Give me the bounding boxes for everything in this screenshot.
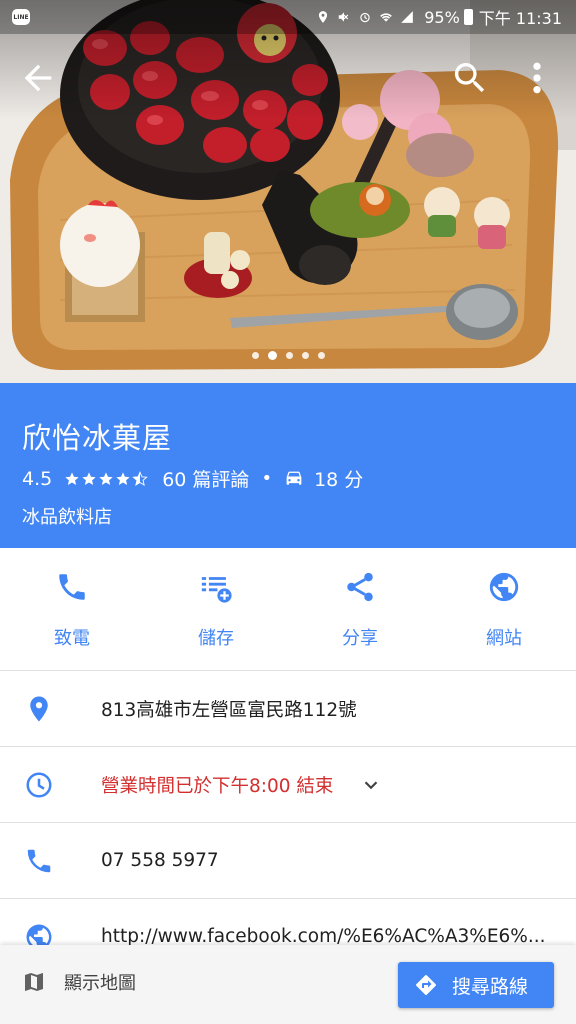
share-label: 分享 — [342, 628, 378, 649]
map-icon — [24, 973, 44, 991]
star-icon — [82, 471, 96, 485]
rating-row[interactable]: 4.5 60 篇評論 • 18 分 — [22, 465, 363, 492]
place-category: 冰品飲料店 — [22, 507, 112, 528]
line-app-icon: LINE — [12, 9, 30, 25]
phone-row[interactable]: 07 558 5977 — [0, 823, 576, 898]
hours-row[interactable]: 營業時間已於下午8:00 結束 — [0, 747, 576, 822]
arrow-back-icon[interactable] — [18, 58, 58, 98]
app-bar — [0, 40, 576, 112]
car-icon — [286, 471, 302, 485]
phone-icon — [59, 574, 85, 600]
share-button[interactable]: 分享 — [288, 548, 432, 670]
place-name: 欣怡冰菓屋 — [22, 421, 173, 455]
review-count: 60 篇評論 — [162, 469, 250, 491]
star-icon — [99, 471, 113, 485]
photo-page-indicator — [0, 351, 576, 360]
battery-icon — [463, 9, 473, 25]
hours-text: 營業時間已於下午8:00 結束 — [101, 775, 334, 797]
website-button[interactable]: 網站 — [432, 548, 576, 670]
drive-time: 18 分 — [314, 469, 364, 491]
page-dot — [285, 352, 293, 359]
save-list-icon — [201, 577, 232, 603]
phone-number: 07 558 5977 — [101, 850, 219, 871]
bottom-bar: 顯示地圖 搜尋路線 — [0, 945, 576, 1024]
rating-stars — [64, 470, 149, 487]
star-icon — [116, 471, 130, 485]
alarm-status-icon — [360, 12, 370, 23]
address-text: 813高雄市左營區富民路112號 — [101, 699, 357, 721]
battery-percent: 95% — [424, 7, 460, 27]
call-button[interactable]: 致電 — [0, 548, 144, 670]
directions-icon — [416, 975, 436, 995]
page-dot — [317, 352, 325, 359]
separator-dot: • — [261, 468, 273, 489]
show-map-label: 顯示地圖 — [64, 973, 136, 994]
save-button[interactable]: 儲存 — [144, 548, 288, 670]
directions-label: 搜尋路線 — [452, 975, 529, 998]
call-label: 致電 — [54, 628, 90, 649]
place-pin-icon — [30, 696, 48, 721]
share-icon — [347, 572, 373, 602]
save-label: 儲存 — [198, 628, 234, 649]
rating-value: 4.5 — [22, 467, 53, 490]
more-vert-icon[interactable] — [522, 58, 552, 98]
globe-icon — [489, 572, 519, 602]
star-half-icon — [132, 470, 149, 486]
website-label: 網站 — [486, 628, 522, 649]
website-url: http://www.facebook.com/%E6%AC%A3%E6%... — [101, 926, 546, 947]
signal-status-icon — [401, 11, 414, 23]
wifi-status-icon — [380, 13, 393, 22]
mute-status-icon — [338, 12, 349, 22]
clock-icon — [26, 772, 52, 797]
chevron-down-icon[interactable] — [360, 774, 382, 796]
directions-button[interactable]: 搜尋路線 — [398, 962, 554, 1008]
show-map-button[interactable]: 顯示地圖 — [22, 969, 136, 995]
star-icon — [65, 471, 79, 485]
search-icon[interactable] — [450, 58, 490, 98]
page-dot-active — [267, 351, 277, 360]
page-dot — [251, 352, 259, 359]
clock: 下午 11:31 — [478, 9, 562, 28]
phone-icon — [27, 849, 51, 872]
place-header: 欣怡冰菓屋 4.5 60 篇評論 • 18 分 冰品飲料店 — [0, 383, 576, 548]
status-bar: LINE 95% 下午 11:31 — [0, 0, 576, 34]
location-status-icon — [319, 11, 328, 23]
action-row: 致電 儲存 分享 網站 — [0, 548, 576, 670]
page-dot — [301, 352, 309, 359]
address-row[interactable]: 813高雄市左營區富民路112號 — [0, 671, 576, 746]
